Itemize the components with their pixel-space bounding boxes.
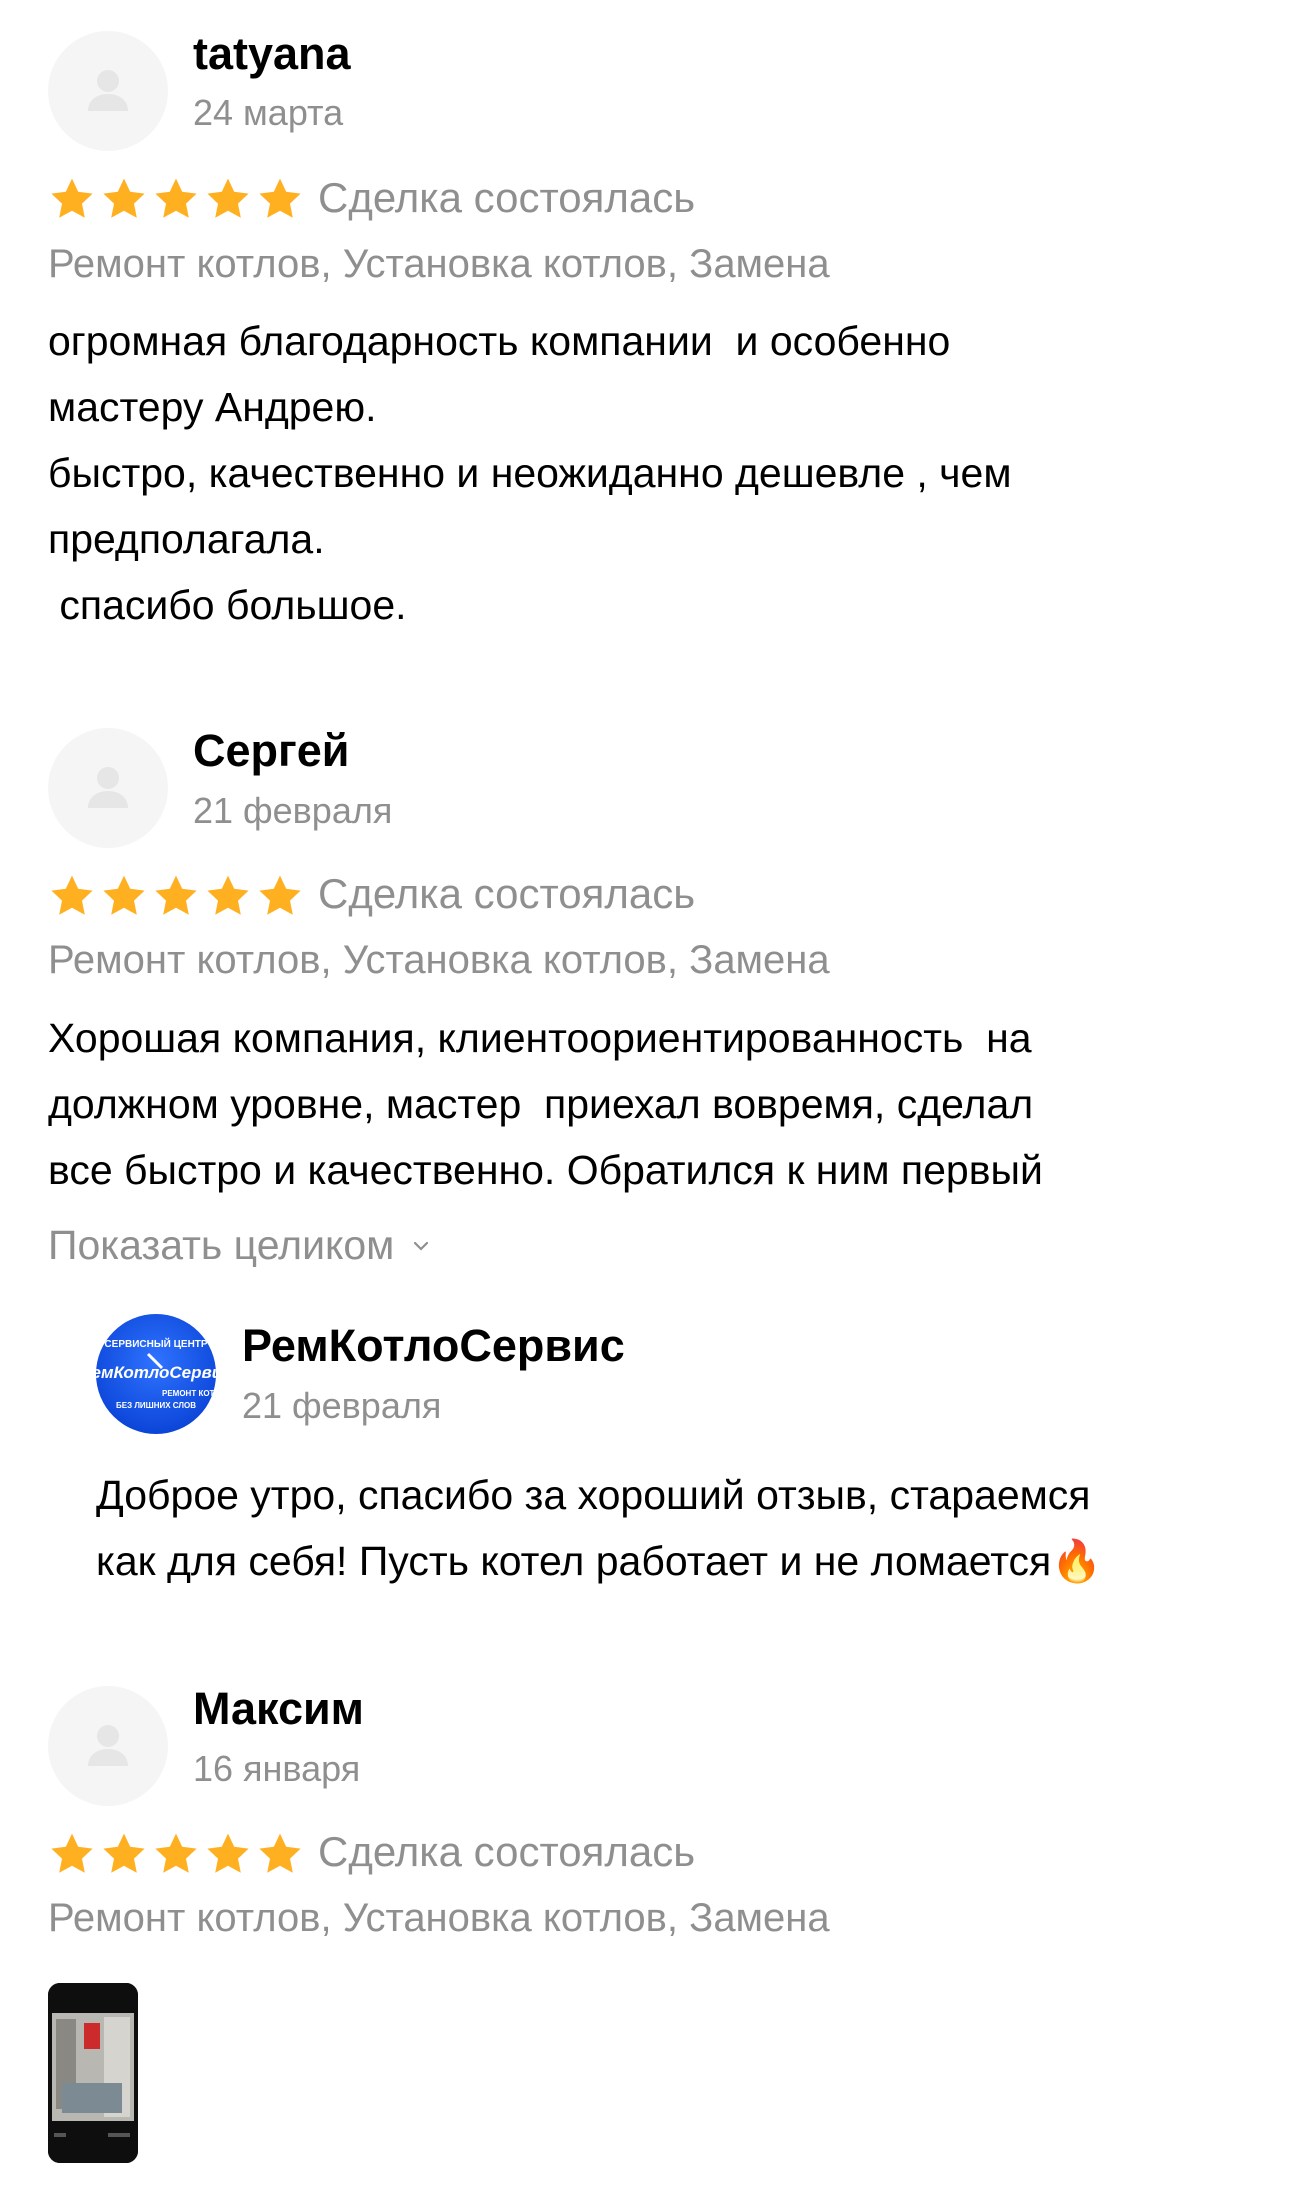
reply-date: 21 февраля xyxy=(242,1385,442,1426)
reply-text: Доброе утро, спасибо за хороший отзыв, с… xyxy=(96,1472,1103,1584)
review-author[interactable]: Сергей xyxy=(193,725,349,777)
svg-text:БЕЗ ЛИШНИХ СЛОВ: БЕЗ ЛИШНИХ СЛОВ xyxy=(116,1401,196,1410)
rating-stars xyxy=(48,872,304,920)
avatar[interactable] xyxy=(48,728,168,848)
deal-status: Сделка состоялась xyxy=(318,870,696,917)
star-icon xyxy=(204,175,252,223)
deal-status: Сделка состоялась xyxy=(318,1828,696,1875)
deal-status: Сделка состоялась xyxy=(318,174,696,221)
star-icon xyxy=(152,175,200,223)
star-icon xyxy=(100,175,148,223)
user-placeholder-icon xyxy=(78,61,138,121)
review-date: 21 февраля xyxy=(193,790,393,831)
chevron-down-icon xyxy=(414,1241,429,1251)
rating-stars xyxy=(48,175,304,223)
company-logo[interactable]: СЕРВИСНЫЙ ЦЕНТР РемКотлоСервис РЕМОНТ КО… xyxy=(96,1314,216,1434)
avatar[interactable] xyxy=(48,1686,168,1806)
user-placeholder-icon xyxy=(78,758,138,818)
company-name[interactable]: РемКотлоСервис xyxy=(242,1320,625,1372)
star-icon xyxy=(48,1830,96,1878)
avatar[interactable] xyxy=(48,31,168,151)
review-text: Хорошая компания, клиентоориентированнос… xyxy=(48,1015,1043,1193)
star-icon xyxy=(152,872,200,920)
star-icon xyxy=(204,1830,252,1878)
review-services: Ремонт котлов, Установка котлов, Замена xyxy=(48,1896,830,1940)
star-icon xyxy=(256,175,304,223)
star-icon xyxy=(100,1830,148,1878)
review-photo-thumbnail[interactable] xyxy=(48,1983,138,2163)
show-more-button[interactable]: Показать целиком xyxy=(48,1222,430,1269)
svg-text:СЕРВИСНЫЙ ЦЕНТР: СЕРВИСНЫЙ ЦЕНТР xyxy=(104,1337,207,1350)
review-date: 16 января xyxy=(193,1748,361,1789)
photo-image xyxy=(48,1983,138,2163)
review-text: огромная благодарность компании и особен… xyxy=(48,318,1012,628)
star-icon xyxy=(204,872,252,920)
star-icon xyxy=(100,872,148,920)
review-author[interactable]: tatyana xyxy=(193,28,351,80)
star-icon xyxy=(48,175,96,223)
rating-stars xyxy=(48,1830,304,1878)
review-author[interactable]: Максим xyxy=(193,1683,364,1735)
review-date: 24 марта xyxy=(193,92,344,133)
svg-text:РЕМОНТ КОТЛОВ: РЕМОНТ КОТЛОВ xyxy=(162,1389,216,1398)
company-logo-image: СЕРВИСНЫЙ ЦЕНТР РемКотлоСервис РЕМОНТ КО… xyxy=(96,1337,216,1410)
star-icon xyxy=(256,1830,304,1878)
star-icon xyxy=(256,872,304,920)
review-services: Ремонт котлов, Установка котлов, Замена xyxy=(48,242,830,286)
user-placeholder-icon xyxy=(78,1716,138,1776)
star-icon xyxy=(48,872,96,920)
star-icon xyxy=(152,1830,200,1878)
review-services: Ремонт котлов, Установка котлов, Замена xyxy=(48,938,830,982)
svg-text:РемКотлоСервис: РемКотлоСервис xyxy=(96,1363,216,1382)
show-more-label: Показать целиком xyxy=(48,1222,395,1268)
